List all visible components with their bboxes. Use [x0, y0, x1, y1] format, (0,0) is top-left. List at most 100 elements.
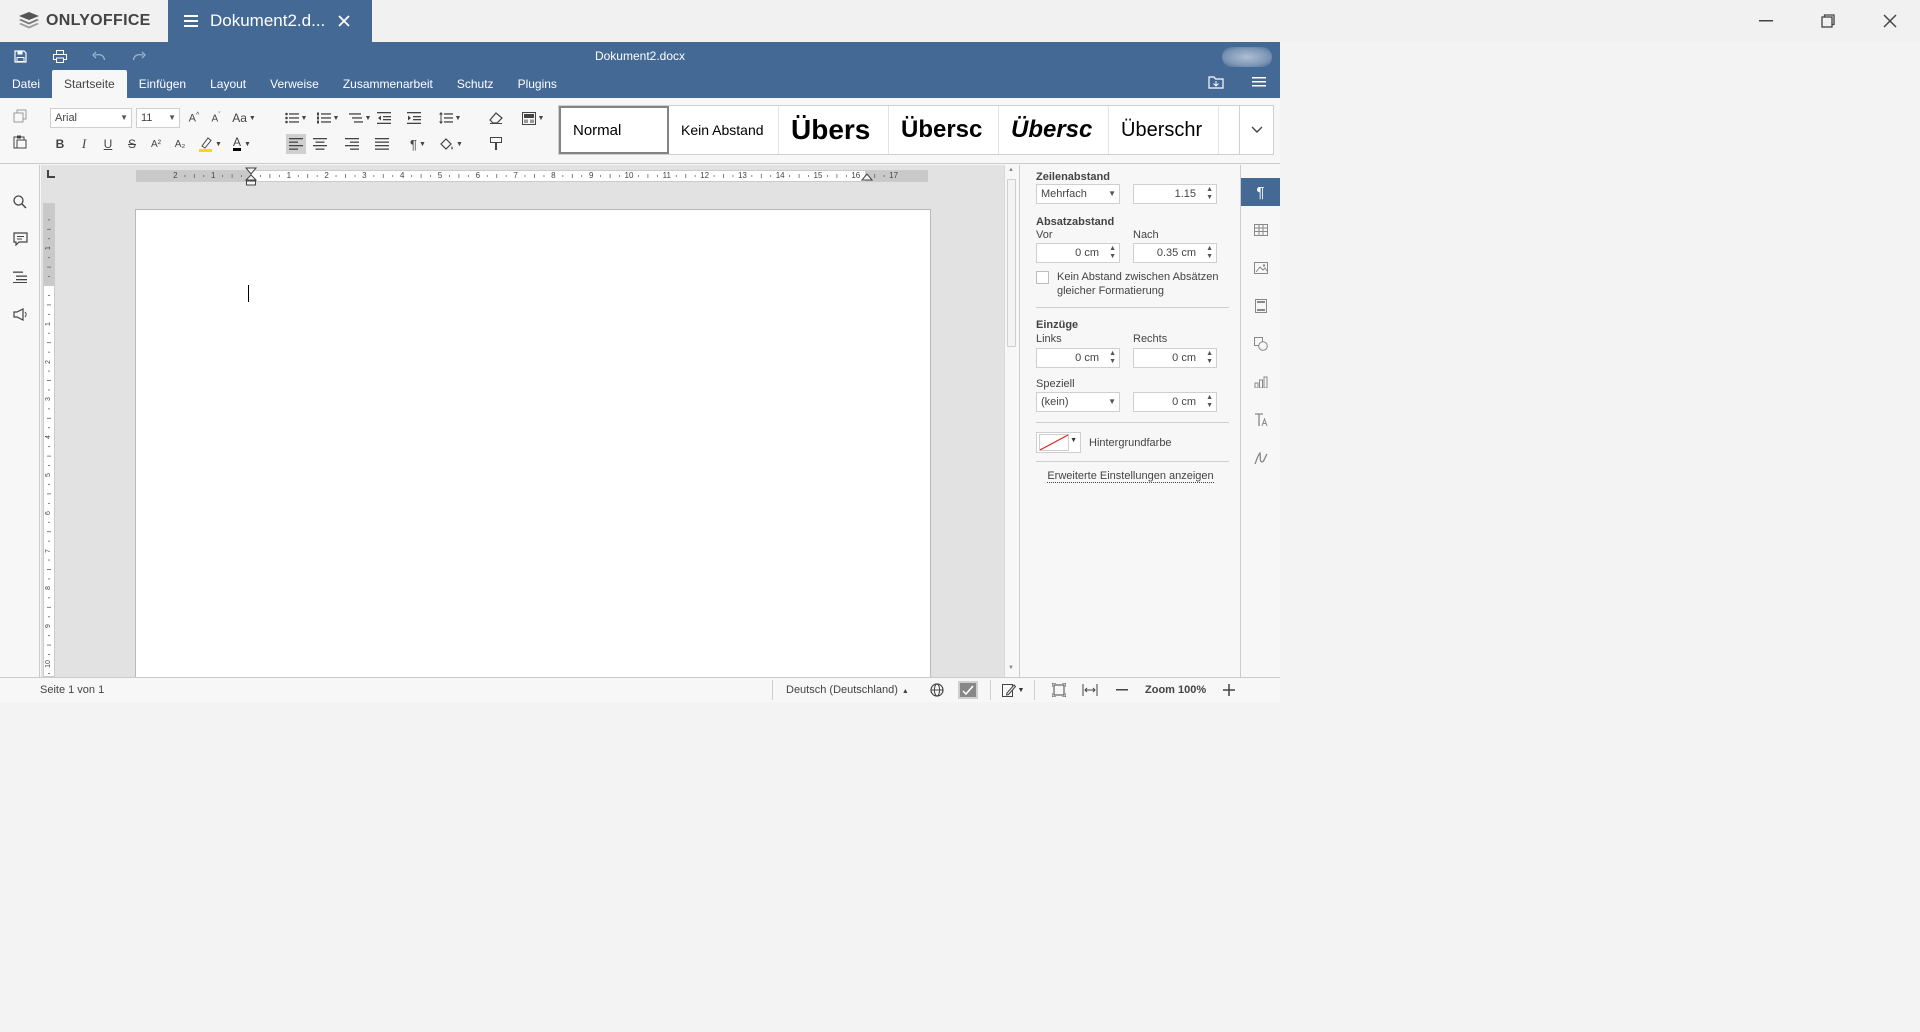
style-heading-2[interactable]: Übersc — [889, 106, 999, 154]
no-space-checkbox[interactable] — [1036, 271, 1049, 284]
spinner-arrows-icon[interactable]: ▲ ▼ — [1206, 186, 1213, 202]
advanced-settings-link-text[interactable]: Erweiterte Einstellungen anzeigen — [1047, 470, 1214, 483]
paragraph-shading-button[interactable]: ▼ — [436, 134, 466, 154]
tab-layout[interactable]: Layout — [198, 70, 258, 98]
horizontal-ruler[interactable]: 2 1 1 2 3 4 5 6 7 8 9 10 11 12 13 14 15 16 17 — [136, 167, 928, 186]
copy-style-icon[interactable] — [486, 134, 506, 154]
track-changes-button[interactable]: ▼ — [998, 681, 1028, 699]
zoom-level[interactable]: Zoom 100% — [1145, 684, 1206, 696]
bold-button[interactable]: B — [50, 134, 70, 154]
style-heading-3[interactable]: Übersc — [999, 106, 1109, 154]
shape-settings-tab[interactable] — [1241, 330, 1280, 358]
align-right-icon[interactable] — [342, 134, 362, 154]
line-spacing-button[interactable]: ▼ — [436, 108, 464, 128]
justify-icon[interactable] — [372, 134, 392, 154]
table-settings-tab[interactable] — [1241, 216, 1280, 244]
align-left-icon[interactable] — [286, 134, 306, 154]
font-name-select[interactable]: Arial ▼ — [50, 108, 132, 128]
decrease-indent-icon[interactable] — [374, 108, 394, 128]
clear-style-icon[interactable] — [486, 108, 506, 128]
multilevel-list-button[interactable]: ▼ — [346, 108, 374, 128]
first-line-indent-marker[interactable] — [245, 167, 257, 187]
spinner-arrows-icon[interactable]: ▲ ▼ — [1206, 245, 1213, 261]
hamburger-menu-icon[interactable] — [184, 15, 198, 27]
tab-einfuegen[interactable]: Einfügen — [127, 70, 198, 98]
document-tab[interactable]: Dokument2.d... — [168, 0, 372, 42]
style-heading-4[interactable]: Überschr — [1109, 106, 1219, 154]
spellcheck-toggle[interactable] — [958, 681, 978, 699]
nonprinting-characters-button[interactable]: ¶ ▼ — [404, 134, 432, 154]
tab-plugins[interactable]: Plugins — [506, 70, 569, 98]
page-info[interactable]: Seite 1 von 1 — [40, 684, 104, 696]
fit-width-icon[interactable] — [1080, 681, 1100, 699]
chart-settings-tab[interactable] — [1241, 368, 1280, 396]
special-indent-select[interactable]: (kein) ▼ — [1036, 392, 1120, 412]
numbered-list-button[interactable]: ▼ — [314, 108, 342, 128]
style-normal[interactable]: Normal — [559, 106, 669, 154]
highlight-color-button[interactable]: ▼ — [196, 134, 224, 154]
underline-button[interactable]: U — [98, 134, 118, 154]
tab-datei[interactable]: Datei — [0, 70, 52, 98]
left-indent-input[interactable]: 0 cm ▲ ▼ — [1036, 348, 1120, 368]
minimize-window-button[interactable] — [1746, 8, 1786, 34]
italic-button[interactable]: I — [74, 134, 94, 154]
image-settings-tab[interactable] — [1241, 254, 1280, 282]
advanced-settings-link[interactable]: Erweiterte Einstellungen anzeigen — [1020, 470, 1241, 483]
tab-schutz[interactable]: Schutz — [445, 70, 506, 98]
close-tab-icon[interactable] — [338, 15, 350, 27]
spacing-before-input[interactable]: 0 cm ▲ ▼ — [1036, 243, 1120, 263]
paragraph-settings-tab[interactable]: ¶ — [1241, 178, 1280, 206]
comments-icon[interactable] — [10, 229, 30, 249]
zoom-out-button[interactable] — [1112, 681, 1132, 699]
superscript-button[interactable]: A² — [146, 134, 166, 154]
close-window-button[interactable] — [1870, 8, 1910, 34]
special-indent-input[interactable]: 0 cm ▲ ▼ — [1133, 392, 1217, 412]
spinner-arrows-icon[interactable]: ▲ ▼ — [1109, 245, 1116, 261]
align-center-icon[interactable] — [310, 134, 330, 154]
font-color-button[interactable]: A ▼ — [228, 134, 256, 154]
style-heading-1[interactable]: Übers — [779, 106, 889, 154]
increase-font-icon[interactable]: A^ — [184, 108, 204, 128]
subscript-button[interactable]: A₂ — [170, 134, 190, 154]
paste-icon[interactable] — [10, 132, 30, 152]
right-indent-input[interactable]: 0 cm ▲ ▼ — [1133, 348, 1217, 368]
scroll-up-icon[interactable]: ▲ — [1008, 167, 1014, 173]
line-spacing-mode-select[interactable]: Mehrfach ▼ — [1036, 184, 1120, 204]
text-art-settings-tab[interactable] — [1241, 406, 1280, 434]
spinner-arrows-icon[interactable]: ▲ ▼ — [1206, 350, 1213, 366]
decrease-font-icon[interactable]: Aˇ — [206, 108, 226, 128]
tab-verweise[interactable]: Verweise — [258, 70, 331, 98]
tab-startseite[interactable]: Startseite — [52, 70, 127, 98]
view-settings-icon[interactable] — [1252, 77, 1266, 87]
spinner-arrows-icon[interactable]: ▲ ▼ — [1206, 394, 1213, 410]
background-color-picker[interactable]: ▼ — [1036, 432, 1081, 453]
language-select[interactable]: Deutsch (Deutschland) ▲ — [786, 684, 909, 696]
spinner-arrows-icon[interactable]: ▲ ▼ — [1109, 350, 1116, 366]
right-indent-marker[interactable] — [861, 173, 873, 181]
scrollbar-thumb[interactable] — [1007, 179, 1016, 347]
spacing-after-input[interactable]: 0.35 cm ▲ ▼ — [1133, 243, 1217, 263]
navigation-icon[interactable] — [10, 267, 30, 287]
vertical-scrollbar[interactable]: ▲ ▼ — [1004, 165, 1018, 677]
signature-settings-tab[interactable] — [1241, 444, 1280, 472]
increase-indent-icon[interactable] — [404, 108, 424, 128]
tab-zusammenarbeit[interactable]: Zusammenarbeit — [331, 70, 445, 98]
style-no-spacing[interactable]: Kein Abstand — [669, 106, 779, 154]
search-icon[interactable] — [10, 192, 30, 212]
vertical-ruler[interactable]: 1 1 2 3 4 5 6 7 8 9 10 — [43, 203, 55, 677]
copy-icon[interactable] — [10, 106, 30, 126]
strikethrough-button[interactable]: S — [122, 134, 142, 154]
color-scheme-button[interactable]: ▼ — [518, 108, 548, 128]
open-file-location-icon[interactable] — [1208, 75, 1224, 89]
scroll-down-icon[interactable]: ▼ — [1008, 665, 1014, 671]
feedback-icon[interactable] — [10, 304, 30, 324]
restore-window-button[interactable] — [1808, 8, 1848, 34]
header-footer-settings-tab[interactable] — [1241, 292, 1280, 320]
document-language-icon[interactable] — [927, 681, 947, 699]
user-avatar[interactable] — [1222, 47, 1272, 67]
tab-stop-selector[interactable] — [47, 170, 55, 178]
expand-styles-button[interactable] — [1239, 106, 1273, 154]
line-spacing-value-input[interactable]: 1.15 ▲ ▼ — [1133, 184, 1217, 204]
change-case-button[interactable]: Aa ▼ — [230, 108, 258, 128]
bullet-list-button[interactable]: ▼ — [282, 108, 310, 128]
